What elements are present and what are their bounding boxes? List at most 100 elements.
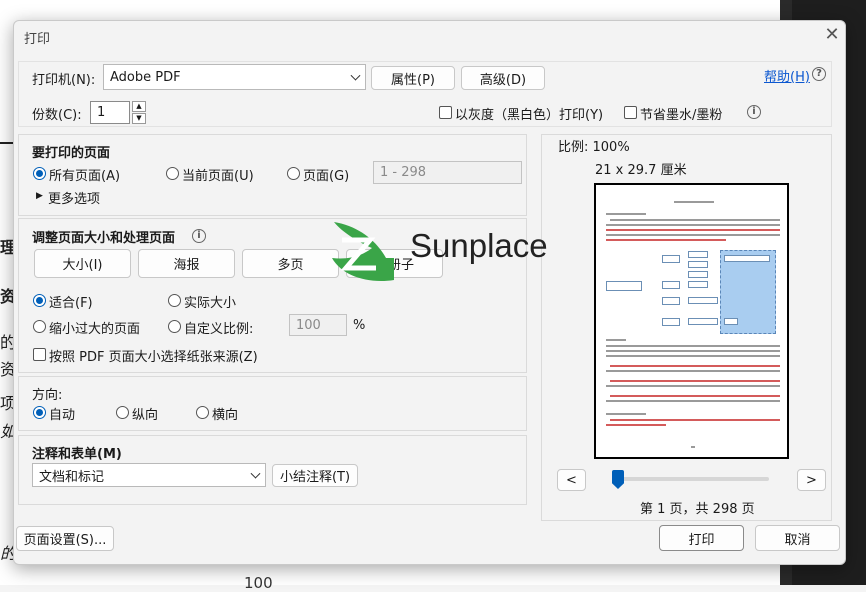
all-pages-radio[interactable] xyxy=(33,167,46,180)
preview-diagram-box xyxy=(688,281,708,288)
orientation-portrait-label: 纵向 xyxy=(132,408,159,423)
cancel-button[interactable]: 取消 xyxy=(755,525,840,551)
grayscale-checkbox[interactable] xyxy=(439,106,452,119)
paper-source-label: 按照 PDF 页面大小选择纸张来源(Z) xyxy=(49,350,258,365)
fit-label: 适合(F) xyxy=(49,296,93,311)
dialog-title: 打印 xyxy=(24,32,51,47)
properties-button[interactable]: 属性(P) xyxy=(371,66,455,90)
preview-line xyxy=(606,239,726,241)
tab-multiple[interactable]: 多页 xyxy=(242,249,339,278)
pages-label: 页面(G) xyxy=(303,169,350,184)
next-page-button[interactable]: > xyxy=(797,469,826,491)
orientation-auto-radio[interactable] xyxy=(33,406,46,419)
preview-diagram-box xyxy=(662,318,680,326)
printer-label: 打印机(N): xyxy=(32,73,96,88)
copies-label: 份数(C): xyxy=(32,108,82,123)
current-page-label: 当前页面(U) xyxy=(182,169,254,184)
percent-label: % xyxy=(353,318,366,333)
paper-source-checkbox[interactable] xyxy=(33,348,46,361)
chevron-down-icon xyxy=(350,70,361,81)
preview-line xyxy=(606,400,780,402)
preview-line xyxy=(606,385,780,387)
shrink-oversized-radio[interactable] xyxy=(33,320,46,333)
sizing-info-icon[interactable]: i xyxy=(192,229,206,243)
preview-diagram-box xyxy=(688,318,718,325)
orientation-auto-label: 自动 xyxy=(49,408,76,423)
sizing-heading: 调整页面大小和处理页面 xyxy=(32,231,176,246)
tab-poster[interactable]: 海报 xyxy=(138,249,235,278)
preview-line xyxy=(610,395,780,397)
advanced-button[interactable]: 高级(D) xyxy=(461,66,545,90)
print-button[interactable]: 打印 xyxy=(659,525,744,551)
background-rule xyxy=(0,142,14,144)
preview-diagram-box xyxy=(662,281,680,289)
preview-line xyxy=(606,229,780,231)
sunplace-logo xyxy=(328,218,396,284)
custom-scale-label: 自定义比例: xyxy=(184,322,254,337)
comments-select-value: 文档和标记 xyxy=(39,469,105,485)
preview-line xyxy=(606,350,780,352)
summarize-comments-button[interactable]: 小结注释(T) xyxy=(272,464,358,487)
orientation-landscape-radio[interactable] xyxy=(196,406,209,419)
orientation-portrait-radio[interactable] xyxy=(116,406,129,419)
copies-down-arrow-icon[interactable]: ▼ xyxy=(132,113,146,124)
page-slider-track[interactable] xyxy=(612,477,769,481)
help-info-icon[interactable]: ? xyxy=(812,67,826,81)
custom-scale-input[interactable]: 100 xyxy=(289,314,347,336)
orientation-landscape-label: 横向 xyxy=(212,408,239,423)
preview-line xyxy=(606,424,666,426)
save-ink-checkbox[interactable] xyxy=(624,106,637,119)
preview-line xyxy=(606,355,780,357)
preview-scale-label: 比例: 100% xyxy=(558,140,630,155)
preview-diagram-box xyxy=(688,251,708,258)
current-page-radio[interactable] xyxy=(166,167,179,180)
actual-size-label: 实际大小 xyxy=(184,296,237,311)
preview-paper-size: 21 x 29.7 厘米 xyxy=(595,163,687,178)
preview-line xyxy=(691,446,695,448)
orientation-heading: 方向: xyxy=(32,388,63,403)
save-ink-label: 节省墨水/墨粉 xyxy=(640,108,723,123)
copies-up-arrow-icon[interactable]: ▲ xyxy=(132,101,146,112)
watermark-text: Sunplace xyxy=(410,227,548,264)
preview-diagram-box xyxy=(724,318,738,325)
preview-line xyxy=(606,224,780,226)
preview-line xyxy=(610,365,780,367)
preview-line xyxy=(610,219,780,221)
all-pages-label: 所有页面(A) xyxy=(49,169,121,184)
preview-line xyxy=(606,339,626,341)
preview-line xyxy=(674,201,714,203)
preview-diagram-box xyxy=(688,271,708,278)
preview-line xyxy=(606,370,780,372)
orientation-panel xyxy=(18,376,527,431)
preview-line xyxy=(606,345,780,347)
comments-select[interactable]: 文档和标记 xyxy=(32,463,266,487)
page-setup-button[interactable]: 页面设置(S)... xyxy=(16,526,114,551)
prev-page-button[interactable]: < xyxy=(557,469,586,491)
actual-size-radio[interactable] xyxy=(168,294,181,307)
shrink-oversized-label: 缩小过大的页面 xyxy=(49,322,141,337)
preview-diagram-box xyxy=(606,281,642,291)
tab-size[interactable]: 大小(I) xyxy=(34,249,131,278)
pages-radio[interactable] xyxy=(287,167,300,180)
preview-diagram-box xyxy=(662,297,680,305)
copies-input[interactable]: 1 xyxy=(90,101,130,124)
grayscale-label: 以灰度（黑白色）打印(Y) xyxy=(455,108,604,123)
help-link[interactable]: 帮助(H) xyxy=(764,66,810,85)
preview-page-info: 第 1 页，共 298 页 xyxy=(640,502,755,517)
expand-arrow-icon[interactable]: ▶ xyxy=(36,191,43,201)
close-icon[interactable]: ✕ xyxy=(822,25,842,45)
preview-diagram-box xyxy=(662,255,680,263)
pages-heading: 要打印的页面 xyxy=(32,146,111,161)
preview-line xyxy=(606,234,780,236)
printer-select-value: Adobe PDF xyxy=(110,69,181,85)
save-ink-info-icon[interactable]: i xyxy=(747,105,761,119)
more-options-label[interactable]: 更多选项 xyxy=(48,188,100,207)
custom-scale-radio[interactable] xyxy=(168,320,181,333)
preview-page-thumbnail xyxy=(594,183,789,459)
preview-diagram-box xyxy=(688,261,708,268)
comments-heading: 注释和表单(M) xyxy=(32,447,122,462)
fit-radio[interactable] xyxy=(33,294,46,307)
pages-range-input[interactable]: 1 - 298 xyxy=(373,161,522,184)
printer-select[interactable]: Adobe PDF xyxy=(103,64,366,90)
background-page-number: 100 xyxy=(244,574,273,592)
